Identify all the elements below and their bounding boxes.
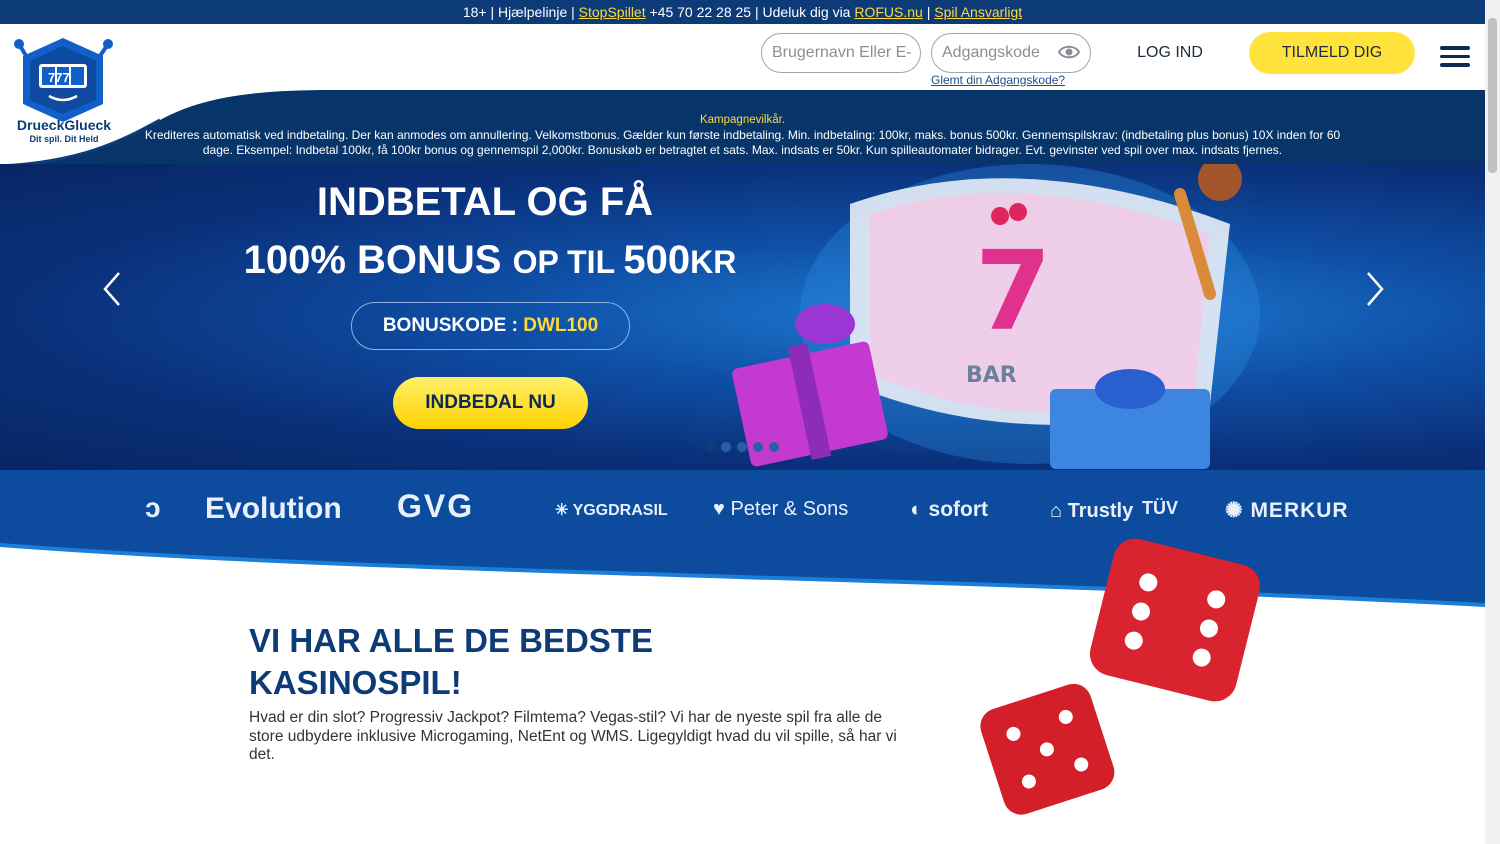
hero-title-line2: 100% BONUS OP TIL 500KR	[190, 238, 790, 283]
hero-bonus-percent: 100% BONUS	[243, 238, 513, 282]
dice-illustration	[980, 538, 1261, 815]
provider-sofort-label: sofort	[928, 498, 989, 521]
provider-peter-sons-label: Peter & Sons	[730, 498, 849, 520]
stopspillet-link[interactable]: StopSpillet	[579, 4, 646, 20]
provider-gvg: GVG	[397, 488, 475, 524]
responsible-gaming-bar: 18+ | Hjælpelinje | StopSpillet +45 70 2…	[0, 0, 1485, 24]
forgot-password-link[interactable]: Glemt din Adgangskode?	[931, 73, 1065, 87]
deposit-now-button[interactable]: INDBEDAL NU	[393, 377, 588, 429]
provider-yggdrasil: ✳ YGGDRASIL	[555, 502, 668, 519]
carousel-dots	[705, 439, 785, 457]
eye-icon[interactable]	[1058, 43, 1080, 61]
slot-seven: 7	[975, 227, 1052, 355]
provider-trustly-label: Trustly	[1067, 500, 1134, 522]
bonus-code-box: BONUSKODE : DWL100	[351, 302, 630, 350]
slot-bar: BAR	[966, 363, 1017, 388]
carousel-dot-4[interactable]	[753, 442, 763, 452]
age-limit: 18+	[462, 4, 487, 20]
provider-trustly: ⌂ Trustly	[1050, 500, 1134, 522]
slot-machine-illustration: 7 BAR	[732, 164, 1260, 469]
bonus-code-label: BONUSKODE :	[382, 315, 524, 336]
hero-title-line1: INDBETAL OG FÅ	[316, 180, 654, 224]
scrollbar-thumb[interactable]	[1488, 18, 1497, 173]
carousel-prev-icon[interactable]	[97, 269, 127, 309]
carousel-dot-3[interactable]	[737, 442, 747, 452]
logo-reels: 777	[48, 70, 70, 85]
provider-yggdrasil-label: YGGDRASIL	[572, 502, 668, 519]
provider-evolution: Evolution	[205, 492, 342, 525]
hero-currency: KR	[690, 244, 737, 280]
helpline-phone: +45 70 22 28 25	[649, 4, 752, 20]
carousel-dot-5[interactable]	[769, 442, 779, 452]
helpline-label: Hjælpelinje	[497, 4, 568, 20]
logo-area[interactable]: 777 DrueckGlueck Dit spil. Dit Held	[0, 24, 330, 166]
logo-brand: DrueckGlueck	[17, 117, 111, 133]
username-placeholder: Brugernavn Eller E-	[772, 44, 912, 61]
section-text: Hvad er din slot? Progressiv Jackpot? Fi…	[249, 709, 897, 763]
username-input[interactable]: Brugernavn Eller E-	[761, 33, 921, 73]
login-button[interactable]: LOG IND	[1125, 44, 1215, 62]
section-title-line2: KASINOSPIL!	[249, 664, 462, 701]
provider-tuv: TÜV	[1142, 498, 1178, 518]
carousel-dot-2[interactable]	[721, 442, 731, 452]
hero-up-to: OP TIL	[512, 244, 624, 280]
hero-amount: 500	[623, 238, 691, 282]
password-placeholder: Adgangskode	[942, 44, 1040, 61]
responsible-gaming-link[interactable]: Spil Ansvarligt	[934, 4, 1022, 20]
exclude-label: Udeluk dig via	[762, 4, 851, 20]
provider-peter-sons: ♥ Peter & Sons	[713, 498, 849, 520]
bonus-code-value: DWL100	[523, 315, 599, 336]
password-input[interactable]: Adgangskode	[931, 33, 1091, 73]
provider-sofort: ◐ sofort	[910, 498, 989, 521]
hero-carousel: 7 BAR INDBETAL OG FÅ 100% BONUS OP TIL 5…	[0, 164, 1485, 470]
provider-merkur: ✺ MERKUR	[1225, 499, 1349, 522]
page-scrollbar[interactable]	[1485, 0, 1500, 844]
provider-merkur-label: MERKUR	[1250, 499, 1349, 522]
provider-partial-logo: ↄ	[145, 492, 161, 523]
signup-button[interactable]: TILMELD DIG	[1249, 32, 1415, 74]
section-title: VI HAR ALLE DE BEDSTE KASINOSPIL!	[249, 620, 653, 704]
rofus-link[interactable]: ROFUS.nu	[854, 4, 922, 20]
page: 18+ | Hjælpelinje | StopSpillet +45 70 2…	[0, 0, 1500, 844]
carousel-next-icon[interactable]	[1360, 269, 1390, 309]
menu-icon[interactable]	[1440, 46, 1470, 68]
carousel-dot-1[interactable]	[705, 442, 715, 452]
logo-tagline: Dit spil. Dit Held	[29, 134, 98, 144]
section-title-line1: VI HAR ALLE DE BEDSTE	[249, 622, 653, 659]
